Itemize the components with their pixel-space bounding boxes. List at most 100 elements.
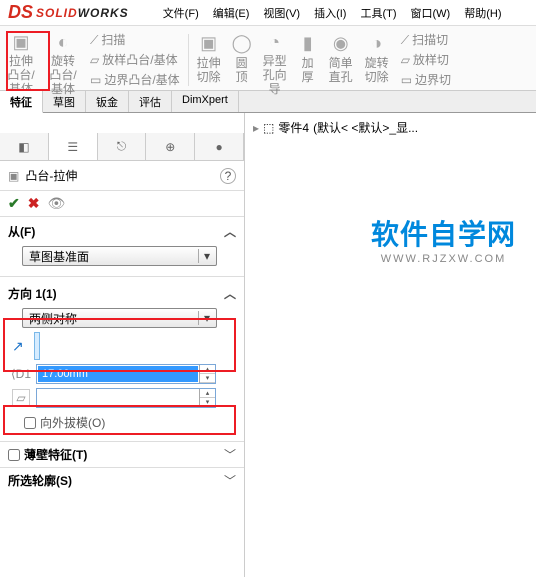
dir1-combo[interactable]: 两侧对称 ▾: [22, 308, 217, 328]
from-header[interactable]: 从(F) ︿: [8, 221, 236, 242]
draft-spinner[interactable]: ▴▾: [199, 389, 215, 407]
menu-help[interactable]: 帮助(H): [458, 3, 507, 23]
title-bar: DS SOLIDWORKS 文件(F) 编辑(E) 视图(V) 插入(I) 工具…: [0, 0, 536, 26]
ribbon-boundary[interactable]: ▭边界凸台/基体: [86, 71, 184, 89]
draft-input-wrap: ▴▾: [36, 388, 216, 408]
help-icon[interactable]: ?: [220, 168, 236, 184]
loft-cut-icon: ▱: [401, 53, 410, 67]
ptab-feature-tree[interactable]: ◧: [0, 133, 49, 160]
contour-row[interactable]: 所选轮廓(S) ﹀: [0, 467, 244, 493]
app-logo: DS SOLIDWORKS: [0, 2, 137, 23]
ribbon-sweep[interactable]: ⟋扫描: [86, 31, 184, 49]
ribbon-label: 扫描切: [412, 33, 448, 47]
ribbon-fillet[interactable]: ◯ 圆顶: [227, 30, 257, 90]
dir-axis-row: ↗: [12, 332, 236, 360]
ribbon-loft[interactable]: ▱放样凸台/基体: [86, 51, 184, 69]
menu-window[interactable]: 窗口(W): [405, 3, 457, 23]
ptab-render[interactable]: ●: [195, 133, 244, 160]
ribbon-separator: [188, 34, 189, 86]
thicken-icon: ▮: [296, 32, 320, 56]
ptab-property[interactable]: ☰: [49, 133, 98, 160]
dir1-header[interactable]: 方向 1(1) ︿: [8, 283, 236, 304]
ok-button[interactable]: ✔: [8, 195, 20, 212]
thin-input[interactable]: [8, 449, 20, 461]
contour-label: 所选轮廓(S): [8, 472, 72, 489]
config-icon: ⎋: [117, 139, 127, 154]
tab-feature[interactable]: 特征: [0, 91, 43, 113]
ribbon-revolve-boss[interactable]: ◐ 旋转凸台/基体: [42, 30, 84, 90]
ribbon-label: 简单直孔: [327, 56, 355, 85]
tab-evaluate[interactable]: 评估: [129, 91, 172, 112]
ribbon-label: 异型孔向导: [261, 54, 289, 97]
hole-icon: ◔: [263, 32, 287, 54]
section-direction1: 方向 1(1) ︿ 两侧对称 ▾ ↗ ⟨D1 ▴▾ ▱: [0, 279, 244, 441]
ribbon-label: 边界凸台/基体: [104, 73, 179, 87]
draft-icon[interactable]: ▱: [12, 389, 30, 407]
depth-input[interactable]: [38, 366, 198, 382]
list-icon: ☰: [67, 140, 78, 154]
ribbon-label: 扫描: [101, 33, 125, 47]
outward-label: 向外拔模(O): [40, 414, 105, 431]
expand-arrow-icon[interactable]: ▸: [253, 121, 259, 135]
simple-hole-icon: ◉: [329, 32, 353, 56]
panel-actions: ✔ ✖ 👁: [0, 191, 244, 217]
logo-icon: DS: [8, 2, 33, 23]
depth-spinner[interactable]: ▴▾: [199, 365, 215, 383]
ptab-dim[interactable]: ⊕: [146, 133, 195, 160]
ribbon-simple-hole[interactable]: ◉ 简单直孔: [323, 30, 359, 90]
thin-feature-row[interactable]: 薄壁特征(T) ﹀: [0, 441, 244, 467]
ribbon-sweep-cut[interactable]: ⟋扫描切: [397, 31, 455, 49]
dir1-value: 两侧对称: [29, 310, 77, 327]
menu-insert[interactable]: 插入(I): [308, 3, 352, 23]
ribbon-col2: ⟋扫描切 ▱放样切 ▭边界切: [395, 30, 457, 90]
ribbon-label: 放样凸台/基体: [102, 53, 177, 67]
fillet-icon: ◯: [230, 32, 254, 56]
tab-sheetmetal[interactable]: 钣金: [86, 91, 129, 112]
separator: [0, 276, 244, 277]
depth-row: ⟨D1 ▴▾: [12, 364, 236, 384]
from-combo[interactable]: 草图基准面 ▾: [22, 246, 217, 266]
outward-draft-checkbox[interactable]: 向外拔模(O): [24, 414, 236, 431]
watermark: 软件自学网 WWW.RJZXW.COM: [371, 213, 516, 265]
from-label: 从(F): [8, 223, 35, 240]
collapse-icon: ︿: [224, 285, 236, 302]
tab-dimxpert[interactable]: DimXpert: [172, 91, 239, 112]
tab-sketch[interactable]: 草图: [43, 91, 86, 112]
menu-edit[interactable]: 编辑(E): [207, 3, 256, 23]
menu-tools[interactable]: 工具(T): [354, 3, 402, 23]
ribbon-thicken[interactable]: ▮ 加厚: [293, 30, 323, 90]
ribbon-label: 边界切: [415, 73, 451, 87]
revolve-icon: ◐: [51, 32, 75, 54]
ribbon-label: 旋转切除: [363, 56, 391, 85]
sphere-icon: ●: [215, 140, 222, 154]
ribbon-label: 加厚: [297, 56, 319, 85]
feature-title: ▣ 凸台-拉伸: [8, 167, 77, 184]
ribbon-boundary-cut[interactable]: ▭边界切: [397, 71, 455, 89]
menu-file[interactable]: 文件(F): [157, 3, 205, 23]
breadcrumb[interactable]: ▸ ⬚ 零件4 (默认< <默认>_显...: [245, 113, 536, 142]
viewport[interactable]: ▸ ⬚ 零件4 (默认< <默认>_显... 软件自学网 WWW.RJZXW.C…: [245, 113, 536, 577]
reverse-direction-icon[interactable]: ↗: [12, 338, 24, 355]
ribbon-hole[interactable]: ◔ 异型孔向导: [257, 30, 293, 90]
thin-checkbox[interactable]: 薄壁特征(T): [8, 446, 87, 463]
thin-label: 薄壁特征(T): [24, 446, 87, 463]
preview-button[interactable]: 👁: [47, 195, 65, 212]
ribbon-loft-cut[interactable]: ▱放样切: [397, 51, 455, 69]
ribbon: ▣ 拉伸凸台/基体 ◐ 旋转凸台/基体 ⟋扫描 ▱放样凸台/基体 ▭边界凸台/基…: [0, 26, 536, 91]
draft-input[interactable]: [38, 390, 198, 406]
sweep-cut-icon: ⟋: [401, 33, 409, 47]
ribbon-extrude-cut[interactable]: ▣ 拉伸切除: [191, 30, 227, 90]
boundary-cut-icon: ▭: [401, 73, 412, 87]
menu-view[interactable]: 视图(V): [257, 3, 306, 23]
slider[interactable]: [34, 332, 40, 360]
ribbon-label: 圆顶: [231, 56, 253, 85]
ribbon-extrude-boss[interactable]: ▣ 拉伸凸台/基体: [0, 30, 42, 90]
outward-draft-input[interactable]: [24, 417, 36, 429]
expand-icon: ﹀: [224, 446, 236, 463]
part-icon: ⬚: [263, 121, 274, 135]
boundary-icon: ▭: [90, 73, 101, 87]
target-icon: ⊕: [165, 140, 175, 154]
ptab-config[interactable]: ⎋: [98, 133, 147, 160]
cancel-button[interactable]: ✖: [28, 195, 40, 212]
ribbon-revolve-cut[interactable]: ◑ 旋转切除: [359, 30, 395, 90]
